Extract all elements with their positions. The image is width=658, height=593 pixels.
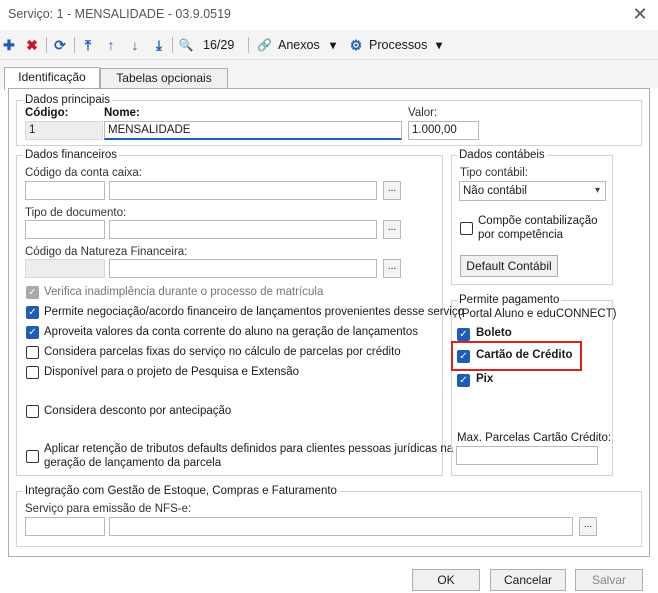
search-icon[interactable]: 🔍 — [177, 36, 195, 54]
save-button[interactable]: Salvar — [575, 569, 643, 591]
early-discount-checkbox[interactable] — [26, 405, 39, 418]
research-extension-checkbox[interactable] — [26, 366, 39, 379]
code-label: Código: — [25, 107, 69, 119]
value-field[interactable]: 1.000,00 — [408, 121, 479, 140]
nature-label: Código da Natureza Financeira: — [25, 246, 188, 258]
accounting-type-select[interactable]: Não contábil ▾ — [459, 181, 606, 201]
check-icon[interactable]: ✓ — [26, 306, 39, 319]
previous-record-icon[interactable]: ↑ — [103, 36, 119, 54]
toolbar-separator — [172, 37, 173, 53]
cash-account-lookup-button[interactable]: ... — [383, 181, 401, 200]
fixed-installments-checkbox-label[interactable]: Considera parcelas fixas do serviço no c… — [44, 346, 401, 358]
compose-accounting-checkbox[interactable] — [460, 222, 473, 235]
first-record-icon[interactable]: ⤒ — [80, 36, 96, 54]
nfse-desc-field[interactable] — [109, 517, 573, 536]
nature-code-field — [25, 259, 105, 278]
ok-button[interactable]: OK — [412, 569, 480, 591]
compose-accounting-label-line1[interactable]: Compõe contabilização — [478, 215, 598, 227]
tab-bar: Identificação Tabelas opcionais — [0, 60, 658, 90]
attachments-menu[interactable]: Anexos — [278, 38, 320, 52]
integration-title: Integração com Gestão de Estoque, Compra… — [23, 485, 339, 497]
delete-icon[interactable]: ✖ — [24, 36, 40, 54]
nature-desc-field[interactable] — [109, 259, 377, 278]
accounting-type-label: Tipo contábil: — [460, 167, 528, 179]
early-discount-checkbox-label[interactable]: Considera desconto por antecipação — [44, 405, 231, 417]
check-icon[interactable]: ✓ — [457, 374, 470, 387]
default-accounting-button[interactable]: Default Contábil — [460, 255, 558, 277]
title-bar: Serviço: 1 - MENSALIDADE - 03.9.0519 ✕ — [0, 0, 658, 30]
toolbar-separator — [74, 37, 75, 53]
chevron-down-icon: ▾ — [594, 185, 600, 196]
boleto-checkbox-label[interactable]: Boleto — [476, 327, 512, 339]
check-icon[interactable]: ✓ — [457, 350, 470, 363]
tab-panel: Dados principais Código: 1 Nome: MENSALI… — [8, 88, 650, 557]
chevron-down-icon[interactable]: ▾ — [432, 36, 446, 54]
tab-identificacao[interactable]: Identificação — [4, 67, 100, 90]
window-title: Serviço: 1 - MENSALIDADE - 03.9.0519 — [8, 7, 232, 21]
research-extension-checkbox-label[interactable]: Disponível para o projeto de Pesquisa e … — [44, 366, 299, 378]
nfse-lookup-button[interactable]: ... — [579, 517, 597, 536]
gear-icon[interactable]: ⚙ — [348, 36, 364, 54]
accounting-title: Dados contábeis — [457, 149, 547, 161]
main-data-title: Dados principais — [23, 94, 113, 106]
tab-tabelas-opcionais[interactable]: Tabelas opcionais — [100, 68, 228, 89]
code-field[interactable]: 1 — [25, 121, 103, 140]
check-icon[interactable]: ✓ — [26, 326, 39, 339]
tax-retention-label-line1[interactable]: Aplicar retenção de tributos defaults de… — [44, 443, 453, 455]
toolbar-separator — [248, 37, 249, 53]
document-type-lookup-button[interactable]: ... — [383, 220, 401, 239]
close-icon[interactable]: ✕ — [628, 2, 652, 26]
nature-lookup-button[interactable]: ... — [383, 259, 401, 278]
cash-account-label: Código da conta caixa: — [25, 167, 142, 179]
nfse-label: Serviço para emissão de NFS-e: — [25, 503, 192, 515]
payment-title: Permite pagamento — [457, 294, 562, 306]
check-icon: ✓ — [26, 286, 39, 299]
processes-menu[interactable]: Processos — [369, 38, 427, 52]
record-counter: 16/29 — [203, 38, 235, 52]
pix-checkbox-label[interactable]: Pix — [476, 373, 493, 385]
tax-retention-checkbox[interactable] — [26, 450, 39, 463]
tax-retention-label-line2[interactable]: geração de lançamento da parcela — [44, 457, 221, 469]
refresh-icon[interactable]: ⟳ — [51, 36, 69, 54]
attachment-icon[interactable]: 🔗 — [257, 36, 272, 54]
chevron-down-icon[interactable]: ▾ — [326, 36, 340, 54]
add-icon[interactable]: ✚ — [2, 36, 16, 54]
cash-account-desc-field[interactable] — [109, 181, 377, 200]
cash-account-code-field[interactable] — [25, 181, 105, 200]
verify-default-checkbox-label: Verifica inadimplência durante o process… — [44, 286, 324, 298]
value-label: Valor: — [408, 107, 438, 119]
name-field[interactable]: MENSALIDADE — [104, 121, 402, 140]
credit-card-checkbox-label[interactable]: Cartão de Crédito — [476, 349, 573, 361]
cancel-button[interactable]: Cancelar — [490, 569, 566, 591]
last-record-icon[interactable]: ⤓ — [151, 36, 167, 54]
document-type-code-field[interactable] — [25, 220, 105, 239]
nfse-code-field[interactable] — [25, 517, 105, 536]
max-installments-field[interactable] — [456, 446, 598, 465]
name-label: Nome: — [104, 107, 140, 119]
max-installments-label: Max. Parcelas Cartão Crédito: — [457, 432, 612, 444]
financial-title: Dados financeiros — [23, 149, 120, 161]
accounting-type-value: Não contábil — [463, 185, 527, 197]
document-type-label: Tipo de documento: — [25, 207, 127, 219]
payment-subtitle: (Portal Aluno e eduCONNECT) — [458, 308, 617, 320]
check-icon[interactable]: ✓ — [457, 328, 470, 341]
next-record-icon[interactable]: ↓ — [127, 36, 143, 54]
toolbar: ✚ ✖ ⟳ ⤒ ↑ ↓ ⤓ 🔍 16/29 🔗 Anexos ▾ ⚙ Proce… — [0, 30, 658, 60]
use-account-balance-checkbox-label[interactable]: Aproveita valores da conta corrente do a… — [44, 326, 418, 338]
toolbar-separator — [46, 37, 47, 53]
allow-negotiation-checkbox-label[interactable]: Permite negociação/acordo financeiro de … — [44, 306, 464, 318]
compose-accounting-label-line2[interactable]: por competência — [478, 229, 563, 241]
document-type-desc-field[interactable] — [109, 220, 377, 239]
fixed-installments-checkbox[interactable] — [26, 346, 39, 359]
